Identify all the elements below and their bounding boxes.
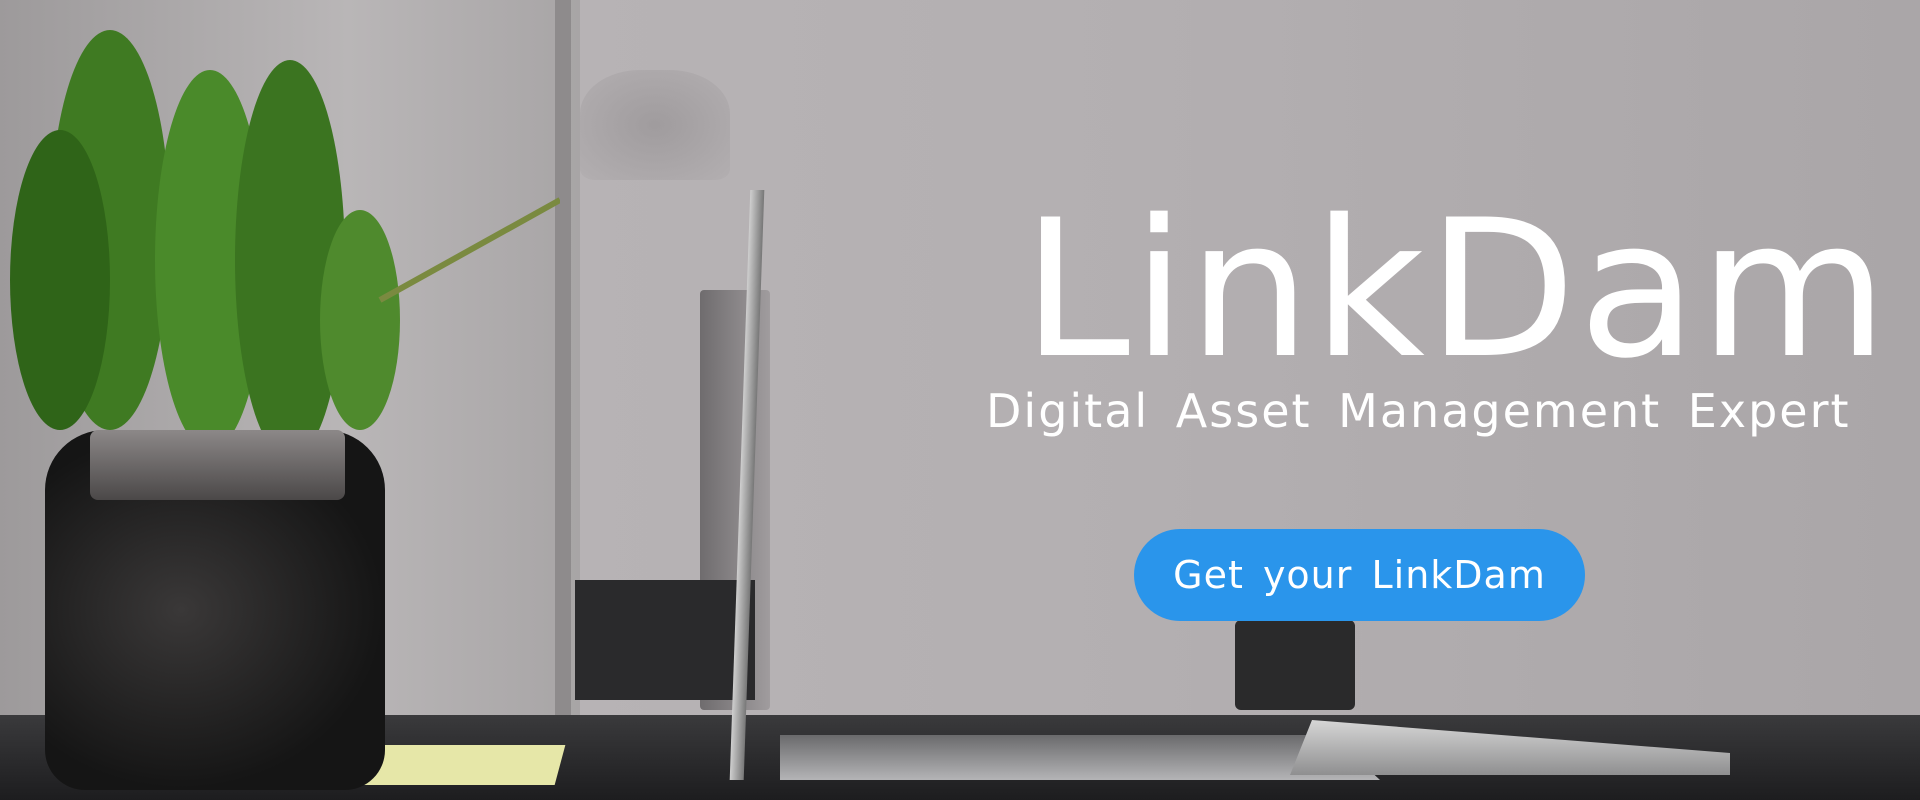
plant-jar-rim (90, 430, 345, 500)
hero-subtitle: Digital Asset Management Expert (986, 384, 1851, 438)
hero-title: LinkDam (1022, 179, 1890, 400)
laptop-base (780, 735, 1380, 780)
plant-image (10, 30, 560, 440)
background-box (575, 580, 755, 700)
sticky-note (354, 745, 566, 785)
background-lamp (580, 70, 730, 180)
background-speaker (1235, 620, 1355, 710)
get-linkdam-button[interactable]: Get your LinkDam (1134, 529, 1585, 621)
